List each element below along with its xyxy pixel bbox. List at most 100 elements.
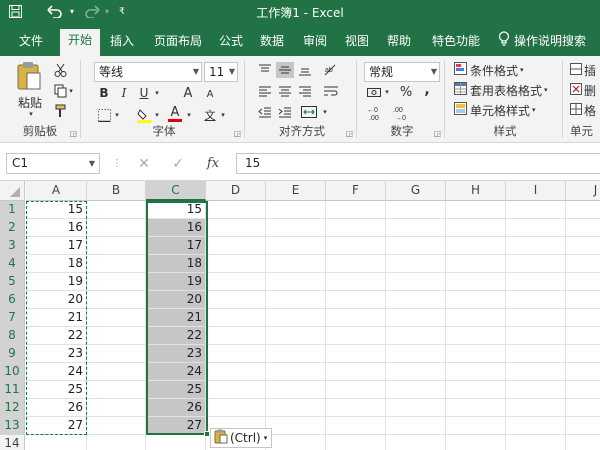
- cell-b9[interactable]: [87, 345, 146, 363]
- font-color-button[interactable]: A: [166, 104, 184, 124]
- cell-f7[interactable]: [326, 309, 386, 327]
- cell-j5[interactable]: [566, 273, 600, 291]
- alignment-launcher-icon[interactable]: ◲: [345, 129, 353, 138]
- cell-e10[interactable]: [266, 363, 326, 381]
- cell-a3[interactable]: 17: [26, 237, 87, 255]
- cell-c10[interactable]: 24: [146, 363, 206, 381]
- cell-c7[interactable]: 21: [146, 309, 206, 327]
- cell-g12[interactable]: [386, 399, 446, 417]
- cell-c12[interactable]: 26: [146, 399, 206, 417]
- phonetic-button[interactable]: 文: [202, 106, 218, 124]
- cell-d7[interactable]: [206, 309, 266, 327]
- cell-i14[interactable]: [506, 435, 566, 450]
- cell-i10[interactable]: [506, 363, 566, 381]
- tab-page-layout[interactable]: 页面布局: [148, 30, 208, 56]
- cell-e3[interactable]: [266, 237, 326, 255]
- cell-e1[interactable]: [266, 201, 326, 219]
- cell-g1[interactable]: [386, 201, 446, 219]
- tab-data[interactable]: 数据: [255, 30, 289, 56]
- name-box[interactable]: C1 ▼: [6, 153, 100, 174]
- cell-d2[interactable]: [206, 219, 266, 237]
- cell-h14[interactable]: [446, 435, 506, 450]
- cell-f12[interactable]: [326, 399, 386, 417]
- tell-me-search[interactable]: 操作说明搜索: [498, 30, 586, 52]
- cell-a8[interactable]: 22: [26, 327, 87, 345]
- cell-h7[interactable]: [446, 309, 506, 327]
- cell-b6[interactable]: [87, 291, 146, 309]
- tab-file[interactable]: 文件: [10, 30, 52, 56]
- row-header-2[interactable]: 2: [0, 219, 25, 237]
- cell-c5[interactable]: 19: [146, 273, 206, 291]
- cell-i8[interactable]: [506, 327, 566, 345]
- cell-d6[interactable]: [206, 291, 266, 309]
- cell-f9[interactable]: [326, 345, 386, 363]
- align-middle-icon[interactable]: [276, 62, 294, 78]
- cell-d1[interactable]: [206, 201, 266, 219]
- cell-a2[interactable]: 16: [26, 219, 87, 237]
- cell-h4[interactable]: [446, 255, 506, 273]
- row-header-14[interactable]: 14: [0, 435, 25, 450]
- paste-options-button[interactable]: (Ctrl) ▾: [210, 428, 272, 448]
- cell-j3[interactable]: [566, 237, 600, 255]
- merge-center-icon[interactable]: [298, 104, 320, 120]
- number-format-select[interactable]: 常规 ▼: [364, 62, 440, 82]
- cell-d9[interactable]: [206, 345, 266, 363]
- cell-e13[interactable]: [266, 417, 326, 435]
- copy-dropdown-icon[interactable]: ▾: [67, 85, 75, 97]
- cell-i4[interactable]: [506, 255, 566, 273]
- insert-cells-button[interactable]: 插: [570, 60, 600, 80]
- cell-f4[interactable]: [326, 255, 386, 273]
- cell-b7[interactable]: [87, 309, 146, 327]
- formula-input[interactable]: 15: [236, 153, 600, 174]
- cell-g11[interactable]: [386, 381, 446, 399]
- borders-dropdown-icon[interactable]: ▾: [112, 106, 122, 124]
- percent-button[interactable]: %: [398, 84, 414, 100]
- cell-h3[interactable]: [446, 237, 506, 255]
- cell-f2[interactable]: [326, 219, 386, 237]
- cell-a13[interactable]: 27: [26, 417, 87, 435]
- align-top-icon[interactable]: [256, 62, 274, 78]
- cell-h10[interactable]: [446, 363, 506, 381]
- tab-review[interactable]: 审阅: [298, 30, 332, 56]
- cell-i12[interactable]: [506, 399, 566, 417]
- cell-a10[interactable]: 24: [26, 363, 87, 381]
- format-painter-icon[interactable]: [52, 103, 68, 119]
- cell-c4[interactable]: 18: [146, 255, 206, 273]
- cell-j4[interactable]: [566, 255, 600, 273]
- cell-a4[interactable]: 18: [26, 255, 87, 273]
- cell-j1[interactable]: [566, 201, 600, 219]
- cell-styles-button[interactable]: 单元格样式 ▾: [454, 100, 560, 120]
- underline-dropdown-icon[interactable]: ▾: [152, 84, 162, 102]
- borders-icon[interactable]: [96, 106, 112, 124]
- fill-color-dropdown-icon[interactable]: ▾: [152, 106, 162, 124]
- row-header-8[interactable]: 8: [0, 327, 25, 345]
- cell-g13[interactable]: [386, 417, 446, 435]
- decrease-decimal-icon[interactable]: .00 →0: [392, 104, 412, 122]
- paste-icon[interactable]: [12, 60, 46, 92]
- cell-g7[interactable]: [386, 309, 446, 327]
- cell-e11[interactable]: [266, 381, 326, 399]
- decrease-indent-icon[interactable]: [256, 104, 274, 120]
- tab-formulas[interactable]: 公式: [214, 30, 248, 56]
- cell-b5[interactable]: [87, 273, 146, 291]
- row-header-3[interactable]: 3: [0, 237, 25, 255]
- column-header-i[interactable]: I: [506, 181, 566, 201]
- cell-c13[interactable]: 27: [146, 417, 206, 435]
- cell-a5[interactable]: 19: [26, 273, 87, 291]
- cell-j6[interactable]: [566, 291, 600, 309]
- accounting-format-icon[interactable]: [366, 84, 382, 100]
- cell-j13[interactable]: [566, 417, 600, 435]
- format-as-table-button[interactable]: 套用表格格式 ▾: [454, 80, 560, 100]
- cell-h1[interactable]: [446, 201, 506, 219]
- cell-g2[interactable]: [386, 219, 446, 237]
- cell-i11[interactable]: [506, 381, 566, 399]
- decrease-font-button[interactable]: A: [202, 85, 218, 103]
- cell-e4[interactable]: [266, 255, 326, 273]
- cell-b4[interactable]: [87, 255, 146, 273]
- cell-f3[interactable]: [326, 237, 386, 255]
- cell-a11[interactable]: 25: [26, 381, 87, 399]
- cell-c8[interactable]: 22: [146, 327, 206, 345]
- row-header-5[interactable]: 5: [0, 273, 25, 291]
- cell-j2[interactable]: [566, 219, 600, 237]
- cell-e7[interactable]: [266, 309, 326, 327]
